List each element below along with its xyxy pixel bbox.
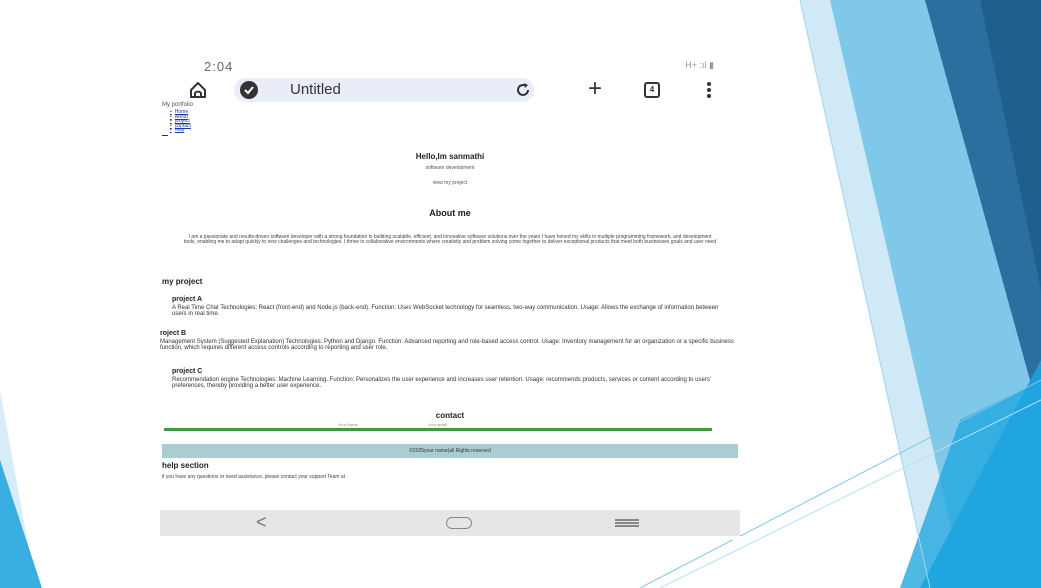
reload-icon[interactable] [514,81,532,99]
menu-toggle-icon[interactable] [162,135,168,136]
signal-battery-icons: H+ :ıl ▮ [685,60,714,70]
android-nav-bar: < [160,510,740,536]
project-c-desc: Recommendation engine Technologies: Mach… [172,377,711,389]
name-field[interactable]: Your Name [338,422,358,427]
help-heading: help section [162,461,209,470]
view-project-link[interactable]: view my project [160,180,740,186]
project-a-title: project A [172,296,203,303]
email-field[interactable]: Your email [428,422,447,427]
hero-title: Hello,Im sanmathi [415,152,485,161]
projects-heading: my project [162,277,203,286]
project-b-desc: Management System (Suggested Explanation… [160,339,734,351]
site-favicon-icon [240,81,258,99]
contact-heading: contact [435,411,465,420]
address-bar[interactable]: Untitled [234,78,534,102]
project-b-title: roject B [160,330,187,337]
home-button-icon[interactable] [446,517,472,529]
contact-form-bar [164,428,712,431]
phone-screenshot: 2:04 H+ :ıl ▮ Untitled + 4 My portfolio … [160,50,740,540]
new-tab-icon[interactable]: + [588,77,602,101]
web-page-content: My portfolio • Home • About • project • cont… [160,102,740,506]
status-bar: 2:04 H+ :ıl ▮ [160,50,740,78]
nav-help-link[interactable]: • help [170,128,191,133]
more-menu-icon[interactable] [706,80,712,100]
bg-shape-blue-left [0,460,42,588]
back-icon[interactable]: < [256,512,267,533]
tab-title: Untitled [290,81,341,98]
about-paragraph: I am a passionate and results-driven sof… [183,234,717,246]
home-icon[interactable] [188,80,208,100]
tab-switcher-button[interactable]: 4 [644,82,660,98]
site-nav: • Home • About • project • contact • help [170,110,191,133]
project-c-title: project C [172,368,203,375]
recent-apps-icon[interactable] [615,519,639,527]
help-text: if you have any questions or need assist… [162,474,346,480]
project-a-desc: A Real Time Chat Technologies: React (fr… [172,305,719,317]
site-brand: My portfolio [162,102,194,108]
site-footer: ©2025your name(all Rights reserved [162,444,738,458]
browser-toolbar: Untitled + 4 [160,77,740,102]
status-time: 2:04 [204,59,234,74]
hero-subtitle: software development [425,165,475,171]
about-heading: About me [429,208,471,218]
